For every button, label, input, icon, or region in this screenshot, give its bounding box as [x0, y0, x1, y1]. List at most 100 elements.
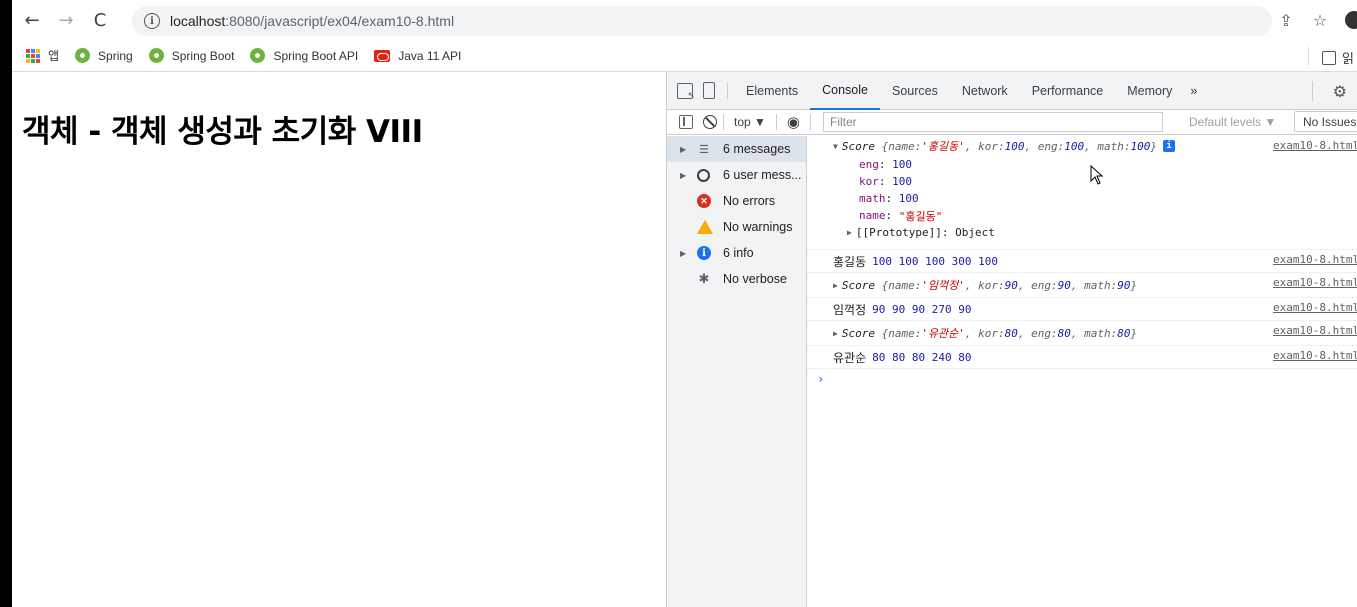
- bookmark-spring[interactable]: Spring: [75, 48, 133, 63]
- object-info-icon[interactable]: i: [1163, 140, 1176, 152]
- forward-arrow-icon[interactable]: →: [54, 8, 78, 32]
- prototype-label: [[Prototype]]: Object: [855, 226, 995, 239]
- console-filter-bar: top ▼ ◉ Filter Default levels ▼ No Issue…: [667, 110, 1357, 135]
- tab-console[interactable]: Console: [810, 72, 880, 110]
- live-expression-eye-icon[interactable]: ◉: [787, 113, 800, 131]
- sidebar-item-user-messages[interactable]: ▶ 6 user mess...: [667, 162, 806, 188]
- mouse-pointer-icon: [1090, 165, 1104, 185]
- reading-list-label: 읽: [1342, 51, 1354, 66]
- site-info-icon[interactable]: i: [144, 13, 160, 29]
- tab-separator: [727, 82, 728, 99]
- bookmark-divider: [1308, 47, 1309, 65]
- preview-kor-value: 100: [1004, 139, 1025, 153]
- user-icon: [697, 168, 710, 182]
- source-link[interactable]: exam10-8.html: [1273, 301, 1357, 314]
- preview-name-value: '홍길동': [921, 140, 965, 153]
- console-message: 임꺽정 90 90 90 270 90 exam10-8.html: [807, 298, 1357, 321]
- oracle-icon: [374, 49, 391, 62]
- sidebar-item-errors[interactable]: ✕ No errors: [667, 188, 806, 214]
- expand-triangle-icon[interactable]: ▶: [833, 281, 838, 290]
- bookmark-spring-boot[interactable]: Spring Boot: [148, 48, 235, 63]
- source-link[interactable]: exam10-8.html: [1273, 253, 1357, 266]
- clear-console-icon[interactable]: [703, 115, 717, 129]
- share-icon[interactable]: ⇪: [1274, 8, 1298, 32]
- log-numbers: 100 100 100 300 100: [872, 254, 998, 268]
- property-value: 100: [892, 158, 912, 171]
- device-toolbar-icon[interactable]: [703, 82, 715, 99]
- reading-list-icon: [1322, 50, 1336, 65]
- inspect-element-icon[interactable]: ↖: [677, 82, 695, 100]
- object-property: math: 100: [859, 192, 919, 205]
- sidebar-label: No verbose: [723, 272, 787, 286]
- expand-triangle-icon[interactable]: ▶: [680, 145, 686, 154]
- preview-math-value: 100: [1130, 139, 1151, 153]
- bookmark-star-icon[interactable]: ☆: [1308, 8, 1332, 32]
- tab-sources[interactable]: Sources: [880, 72, 950, 110]
- source-link[interactable]: exam10-8.html: [1273, 139, 1357, 152]
- bookmark-spring-boot-api[interactable]: Spring Boot API: [250, 48, 358, 63]
- preview-math-value: 90: [1117, 278, 1131, 292]
- preview-name-value: '임꺽정': [921, 279, 965, 292]
- more-tabs-chevron-icon[interactable]: »: [1184, 72, 1203, 110]
- console-message: ▼ Score {name: '홍길동' , kor: 100 , eng: 1…: [807, 136, 1357, 250]
- browser-toolbar: ← → C i localhost:8080/javascript/ex04/e…: [12, 0, 1357, 40]
- tab-performance[interactable]: Performance: [1020, 72, 1116, 110]
- console-messages: ▼ Score {name: '홍길동' , kor: 100 , eng: 1…: [807, 136, 1357, 607]
- browser-window: ← → C i localhost:8080/javascript/ex04/e…: [12, 0, 1357, 607]
- object-class-name: Score: [841, 278, 875, 292]
- expand-triangle-icon[interactable]: ▶: [680, 249, 686, 258]
- console-prompt[interactable]: ›: [807, 369, 1357, 389]
- sidebar-item-verbose[interactable]: ✱ No verbose: [667, 266, 806, 292]
- console-filter-input[interactable]: Filter: [823, 112, 1163, 132]
- console-message: 유관순 80 80 80 240 80 exam10-8.html: [807, 346, 1357, 369]
- expand-triangle-icon[interactable]: ▶: [833, 329, 838, 338]
- tab-memory[interactable]: Memory: [1115, 72, 1184, 110]
- property-value: 100: [898, 192, 919, 205]
- devtools-panel: ↖ Elements Console Sources Network Perfo…: [666, 72, 1357, 607]
- page-heading: 객체 - 객체 생성과 초기화 VIII: [22, 114, 423, 150]
- expand-triangle-icon[interactable]: ▶: [680, 171, 686, 180]
- console-message: ▶ Score {name: '유관순' , kor: 80 , eng: 80…: [807, 321, 1357, 346]
- property-value: "홍길동": [898, 209, 943, 223]
- reading-list-button[interactable]: 읽: [1322, 48, 1354, 67]
- url-text[interactable]: localhost:8080/javascript/ex04/exam10-8.…: [170, 13, 454, 29]
- source-link[interactable]: exam10-8.html: [1273, 349, 1357, 362]
- console-sidebar: ▶ ☰ 6 messages ▶ 6 user mess... ✕ No err…: [667, 136, 807, 607]
- bookmark-apps[interactable]: 앱: [12, 47, 59, 64]
- warning-icon: [697, 220, 713, 234]
- property-key: math: [859, 192, 886, 205]
- object-prototype[interactable]: ▶ [[Prototype]]: Object: [807, 224, 1357, 241]
- source-link[interactable]: exam10-8.html: [1273, 324, 1357, 337]
- source-link[interactable]: exam10-8.html: [1273, 276, 1357, 289]
- context-selector[interactable]: top ▼: [730, 115, 770, 129]
- bookmark-java-api[interactable]: Java 11 API: [374, 49, 461, 63]
- back-arrow-icon[interactable]: ←: [20, 8, 44, 32]
- sidebar-label: 6 user mess...: [723, 168, 802, 182]
- issues-button[interactable]: No Issues: [1294, 111, 1357, 132]
- filter-separator: [775, 114, 777, 130]
- sidebar-item-warnings[interactable]: No warnings: [667, 214, 806, 240]
- log-name: 유관순: [833, 350, 867, 365]
- collapse-triangle-icon[interactable]: ▼: [833, 142, 838, 151]
- bookmark-label: Spring Boot: [171, 48, 235, 63]
- object-class-name: Score: [841, 326, 875, 340]
- preview-eng-value: 90: [1057, 278, 1071, 292]
- tab-network[interactable]: Network: [950, 72, 1020, 110]
- show-sidebar-icon[interactable]: [679, 115, 693, 129]
- log-levels-dropdown[interactable]: Default levels ▼: [1189, 115, 1276, 129]
- sidebar-item-info[interactable]: ▶ i 6 info: [667, 240, 806, 266]
- tab-elements[interactable]: Elements: [734, 72, 810, 110]
- url-path: :8080/javascript/ex04/exam10-8.html: [225, 13, 455, 29]
- bug-icon: ✱: [698, 271, 710, 286]
- console-body: ▶ ☰ 6 messages ▶ 6 user mess... ✕ No err…: [667, 136, 1357, 607]
- reload-icon[interactable]: C: [88, 8, 112, 32]
- bookmarks-bar: 앱 Spring Spring Boot Spring Boot API Jav…: [12, 40, 1357, 72]
- address-bar[interactable]: i localhost:8080/javascript/ex04/exam10-…: [132, 6, 1272, 36]
- preview-name-value: '유관순': [921, 327, 965, 340]
- sidebar-item-messages[interactable]: ▶ ☰ 6 messages: [667, 136, 806, 162]
- settings-gear-icon[interactable]: ⚙: [1333, 82, 1347, 102]
- expand-triangle-icon[interactable]: ▶: [847, 228, 852, 237]
- profile-avatar-icon[interactable]: [1342, 8, 1357, 32]
- object-property: eng: 100: [859, 158, 912, 171]
- console-message: ▶ Score {name: '임꺽정' , kor: 90 , eng: 90…: [807, 273, 1357, 298]
